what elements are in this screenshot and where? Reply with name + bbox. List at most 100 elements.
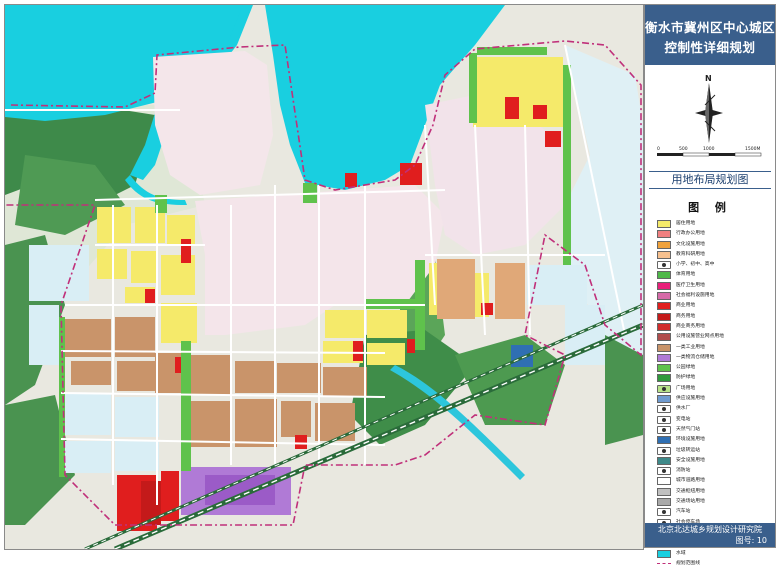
legend-swatch: [657, 374, 671, 383]
legend-label: 一类物流仓储用地: [676, 354, 715, 360]
legend-item: 社会福利设施用地: [657, 291, 773, 301]
legend-swatch: [657, 456, 671, 465]
legend-swatch: [657, 415, 671, 424]
legend-item: 商业商务用地: [657, 322, 773, 332]
legend-item: 供应设施用地: [657, 394, 773, 404]
legend-swatch: [657, 446, 671, 455]
institute-name: 北京北达城乡规划设计研究院: [658, 525, 762, 534]
legend-item: 商业用地: [657, 301, 773, 311]
legend-swatch: [657, 477, 671, 486]
legend-label: 体育用地: [676, 272, 696, 278]
map-title-line2: 控制性详细规划: [664, 40, 756, 55]
legend-swatch: [657, 353, 671, 362]
legend-label: 居住用地: [676, 221, 696, 226]
scale-tick-2: 1000: [703, 146, 715, 152]
legend-label: 一类工业用地: [676, 344, 705, 350]
legend-item: 商务用地: [657, 312, 773, 322]
map-sheet: 衡水市冀州区中心城区 控制性详细规划 N 0 500 1000 1500M 用地…: [0, 0, 780, 566]
legend-item: 供水厂: [657, 404, 773, 414]
land-use-map: [4, 4, 644, 550]
legend-item: 垃圾转运站: [657, 446, 773, 456]
legend-item: 广场用地: [657, 384, 773, 394]
legend-swatch: [657, 271, 671, 280]
legend-swatch: [657, 364, 671, 373]
legend-label: 社会福利设施用地: [676, 293, 715, 299]
legend-label: 交通枢纽用地: [676, 488, 705, 494]
legend-swatch: [657, 487, 671, 496]
legend-swatch: [657, 302, 671, 311]
legend-swatch: [657, 436, 671, 445]
legend-label: 公园绿地: [676, 365, 696, 371]
legend-swatch: [657, 292, 671, 301]
legend-item: 文化设施用地: [657, 240, 773, 250]
legend-swatch: [657, 467, 671, 476]
scale-bar: 0 500 1000 1500M: [657, 146, 762, 157]
scale-tick-3: 1500M: [745, 146, 760, 152]
legend-item: 规划范围线: [657, 559, 773, 569]
legend-swatch: [657, 343, 671, 352]
legend-item: 公园绿地: [657, 363, 773, 373]
legend-label: 商业商务用地: [676, 323, 705, 329]
legend-label: 广场用地: [676, 385, 696, 391]
legend-item: 交通场站用地: [657, 497, 773, 507]
legend-label: 行政办公用地: [676, 231, 705, 237]
title-block: 衡水市冀州区中心城区 控制性详细规划: [645, 5, 775, 65]
legend-swatch: [657, 250, 671, 259]
legend-label: 医疗卫生用地: [676, 282, 705, 288]
legend-swatch: [657, 395, 671, 404]
legend-label: 供水厂: [676, 406, 691, 412]
legend-label: 汽车站: [676, 509, 691, 515]
legend-label: 安全设施用地: [676, 457, 705, 463]
legend-label: 垃圾转运站: [676, 447, 700, 453]
legend-swatch: [657, 333, 671, 342]
legend-swatch: [657, 425, 671, 434]
legend-swatch: [657, 508, 671, 517]
legend-swatch: [657, 312, 671, 321]
legend-label: 商务用地: [676, 313, 696, 319]
legend-item: 交通枢纽用地: [657, 487, 773, 497]
legend-item: 城市道路用地: [657, 476, 773, 486]
compass-scale-block: N 0 500 1000 1500M: [645, 65, 775, 169]
legend-label: 天然气门站: [676, 426, 700, 432]
legend-item: 居住用地: [657, 219, 773, 229]
legend-item: 行政办公用地: [657, 229, 773, 239]
scale-tick-0: 0: [657, 146, 660, 152]
legend-label: 环境设施用地: [676, 437, 705, 443]
legend-panel: 衡水市冀州区中心城区 控制性详细规划 N 0 500 1000 1500M 用地…: [644, 4, 776, 566]
legend-item: 安全设施用地: [657, 456, 773, 466]
legend-item: 天然气门站: [657, 425, 773, 435]
legend-label: 文化设施用地: [676, 241, 705, 247]
map-subtitle: 用地布局规划图: [649, 171, 771, 189]
logistics-block-inner: [205, 475, 275, 505]
legend-item: 教育科研用地: [657, 250, 773, 260]
legend-swatch: [657, 230, 671, 239]
legend-label: 供应设施用地: [676, 396, 705, 402]
legend-item: 消防站: [657, 466, 773, 476]
legend-label: 公用设施营业网点用地: [676, 334, 724, 340]
legend-item: 水域: [657, 549, 773, 559]
compass-icon: N 0 500 1000 1500M: [657, 74, 762, 157]
legend-swatch: [657, 240, 671, 249]
legend-item: 公用设施营业网点用地: [657, 332, 773, 342]
legend-item: 环境设施用地: [657, 435, 773, 445]
footer-block: 北京北达城乡规划设计研究院 图号: 10: [645, 523, 775, 547]
legend-item: 体育用地: [657, 270, 773, 280]
legend-swatch: [657, 220, 671, 228]
legend-label: 水域: [676, 550, 686, 556]
legend-label: 防护绿地: [676, 375, 696, 381]
legend-item: 医疗卫生用地: [657, 281, 773, 291]
scale-tick-1: 500: [679, 146, 688, 152]
legend-swatch: [657, 498, 671, 507]
legend-label: 变电站: [676, 416, 691, 422]
legend-label: 城市道路用地: [676, 478, 705, 484]
legend-swatch: [657, 384, 671, 393]
map-title-line1: 衡水市冀州区中心城区: [645, 20, 776, 35]
old-town-north: [153, 51, 273, 195]
legend-label: 商业用地: [676, 303, 696, 309]
figure-number: 图号: 10: [735, 536, 767, 545]
legend-label: 消防站: [676, 468, 691, 474]
legend-item: 变电站: [657, 415, 773, 425]
legend-swatch: [657, 549, 671, 558]
legend-label: 小学、初中、高中: [676, 262, 715, 268]
legend-label: 规划范围线: [676, 560, 700, 566]
